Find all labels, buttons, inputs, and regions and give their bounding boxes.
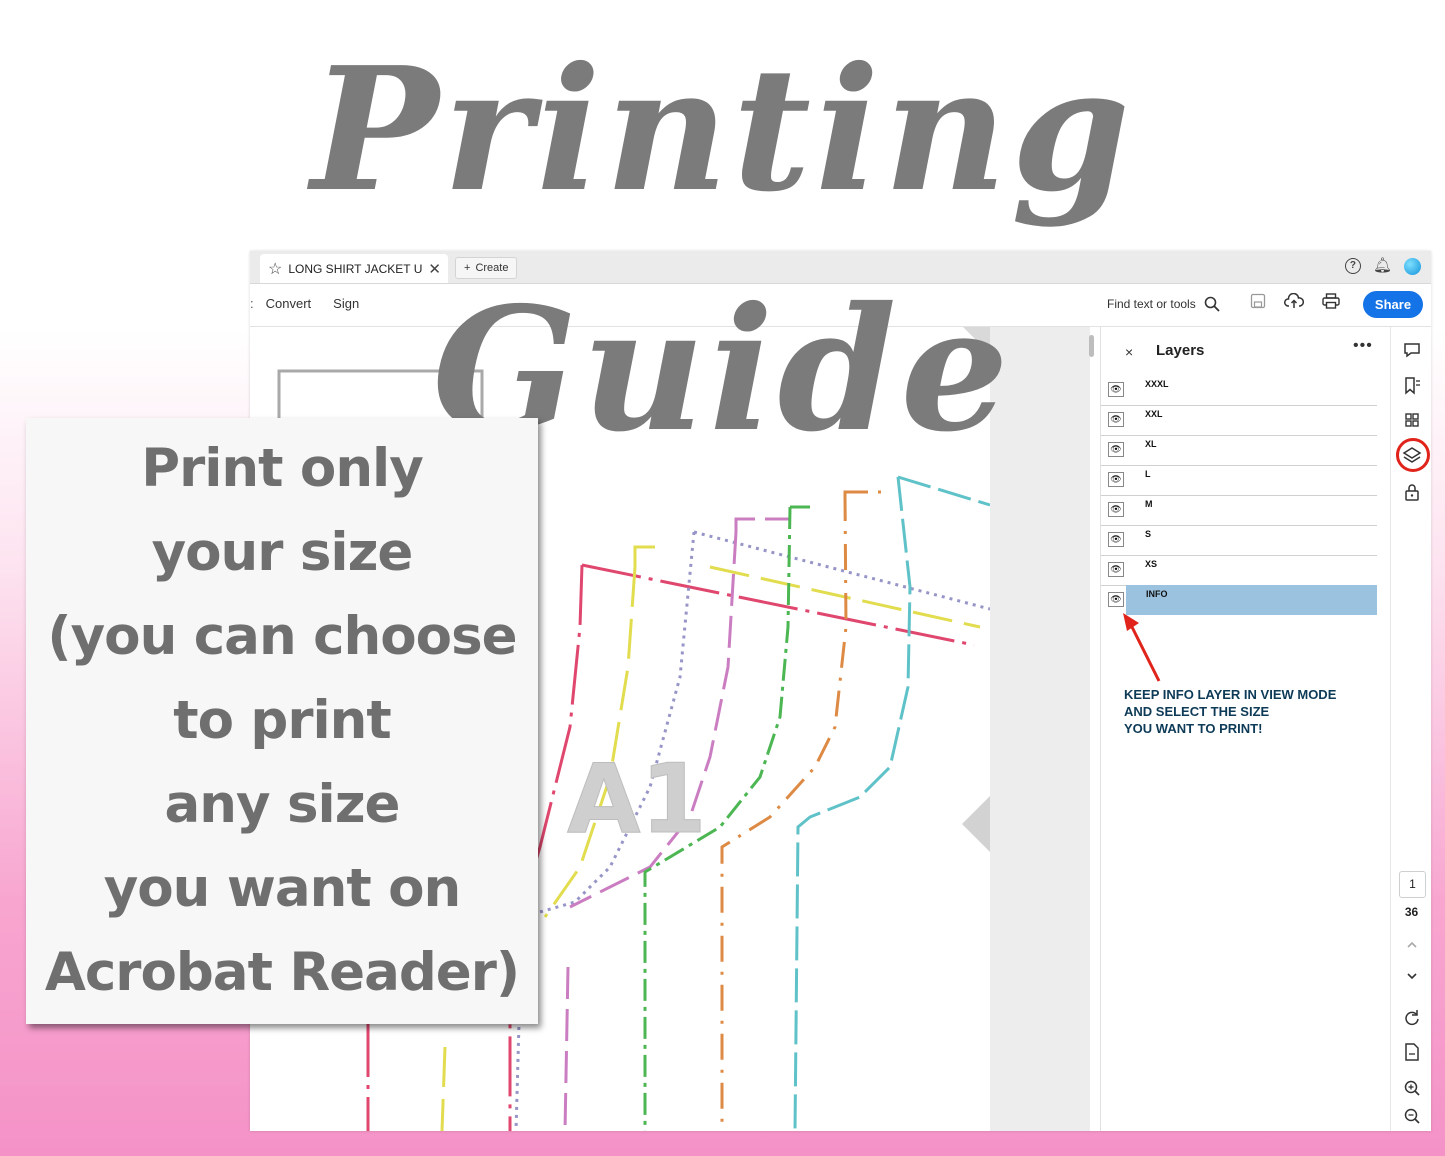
layer-row-xl[interactable]: 👁︎ XL: [1101, 435, 1377, 466]
search-icon[interactable]: [1204, 296, 1220, 312]
help-icon[interactable]: ?: [1344, 258, 1361, 274]
eye-icon[interactable]: 👁︎: [1108, 592, 1124, 607]
printing-guide-headline: Printing Guide: [310, 30, 1135, 470]
instruction-annotation: KEEP INFO LAYER IN VIEW MODE AND SELECT …: [1124, 686, 1336, 737]
layer-name: XXL: [1145, 409, 1163, 419]
layers-panel: × Layers ••• 👁︎ XXXL 👁︎ XXL 👁︎ XL 👁︎ L 👁…: [1100, 327, 1391, 1131]
close-tab-icon[interactable]: ✕: [428, 260, 441, 278]
annotation-line: YOU WANT TO PRINT!: [1124, 721, 1263, 736]
thumbnails-icon[interactable]: [1401, 409, 1423, 431]
scrollbar-thumb[interactable]: [1089, 335, 1094, 357]
avatar[interactable]: [1404, 257, 1421, 275]
upload-cloud-icon[interactable]: [1284, 293, 1304, 309]
share-button[interactable]: Share: [1363, 291, 1423, 318]
zoom-out-icon[interactable]: [1401, 1105, 1423, 1127]
bookmark-icon[interactable]: [1401, 375, 1423, 397]
menu-bar: : Convert Sign: [250, 296, 359, 311]
toolbar: : Convert Sign Find text or tools Share: [250, 284, 1431, 327]
eye-icon[interactable]: 👁︎: [1108, 442, 1124, 457]
menu-sign[interactable]: Sign: [333, 296, 359, 311]
layer-name: XS: [1145, 559, 1158, 569]
layer-row-l[interactable]: 👁︎ L: [1101, 465, 1377, 496]
annotation-line: AND SELECT THE SIZE: [1124, 704, 1270, 719]
star-icon[interactable]: ☆: [268, 259, 282, 279]
page-label: A1: [567, 745, 707, 855]
viewer-background: [990, 327, 1090, 1131]
chevron-down-icon[interactable]: [1401, 965, 1423, 987]
card-line: you want on: [103, 858, 462, 919]
lock-icon[interactable]: [1401, 481, 1423, 503]
annotation-line: KEEP INFO LAYER IN VIEW MODE: [1124, 687, 1337, 702]
card-line: Acrobat Reader): [44, 942, 520, 1003]
plus-icon: +: [464, 262, 471, 274]
print-icon[interactable]: [1322, 293, 1340, 309]
layer-row-s[interactable]: 👁︎ S: [1101, 525, 1377, 556]
find-label: Find text or tools: [1107, 297, 1196, 311]
comment-icon[interactable]: [1401, 339, 1423, 361]
layer-name: XXXL: [1145, 379, 1169, 389]
create-button[interactable]: + Create: [455, 257, 518, 279]
page-fit-icon[interactable]: [1401, 1041, 1423, 1063]
current-page-input[interactable]: 1: [1399, 871, 1426, 898]
find-tools[interactable]: Find text or tools: [1107, 296, 1220, 312]
layers-header: × Layers •••: [1101, 327, 1391, 375]
eye-icon[interactable]: 👁︎: [1108, 382, 1124, 397]
bell-icon[interactable]: 🔔︎: [1373, 257, 1392, 275]
top-icons: ? 🔔︎: [1344, 257, 1421, 275]
layer-name: XL: [1145, 439, 1157, 449]
eye-icon[interactable]: 👁︎: [1108, 532, 1124, 547]
create-label: Create: [475, 262, 509, 274]
card-line: (you can choose: [47, 606, 517, 667]
eye-icon[interactable]: 👁︎: [1108, 502, 1124, 517]
rotate-icon[interactable]: [1401, 1007, 1423, 1029]
layers-title: Layers: [1156, 342, 1205, 359]
layer-name: S: [1145, 529, 1152, 539]
instruction-card: Print only your size (you can choose to …: [26, 418, 538, 1024]
document-tab[interactable]: ☆ LONG SHIRT JACKET U... ✕: [260, 254, 448, 283]
total-pages: 36: [1404, 905, 1419, 919]
pattern-line-orange: [720, 490, 890, 1131]
chevron-up-icon[interactable]: [1401, 934, 1423, 956]
save-icon[interactable]: [1250, 293, 1266, 309]
card-line: your size: [151, 522, 414, 583]
eye-icon[interactable]: 👁︎: [1108, 412, 1124, 427]
right-tool-rail: 1 36: [1390, 327, 1431, 1131]
eye-icon[interactable]: 👁︎: [1108, 562, 1124, 577]
layer-row-xxl[interactable]: 👁︎ XXL: [1101, 405, 1377, 436]
card-line: to print: [173, 690, 392, 751]
more-options-icon[interactable]: •••: [1353, 337, 1373, 355]
tab-title: LONG SHIRT JACKET U...: [288, 261, 423, 276]
close-panel-icon[interactable]: ×: [1125, 344, 1133, 360]
menu-convert[interactable]: Convert: [266, 296, 312, 311]
pattern-line-teal: [793, 475, 991, 1131]
page-corner: [963, 327, 990, 354]
previous-page-arrow[interactable]: [962, 796, 990, 852]
layer-row-xs[interactable]: 👁︎ XS: [1101, 555, 1377, 586]
card-line: any size: [164, 774, 400, 835]
layer-name: M: [1145, 499, 1153, 509]
zoom-in-icon[interactable]: [1401, 1077, 1423, 1099]
tool-icons: [1250, 293, 1340, 309]
layer-name: INFO: [1146, 589, 1168, 599]
card-line: Print only: [141, 438, 424, 499]
red-arrow-icon: [1123, 613, 1161, 682]
layer-row-xxxl[interactable]: 👁︎ XXXL: [1101, 375, 1377, 406]
menu-separator: :: [250, 296, 254, 311]
layer-name: L: [1145, 469, 1151, 479]
tab-bar: ☆ LONG SHIRT JACKET U... ✕ + Create ? 🔔︎: [250, 251, 1431, 284]
layer-row-m[interactable]: 👁︎ M: [1101, 495, 1377, 526]
layers-icon[interactable]: [1401, 444, 1423, 466]
eye-icon[interactable]: 👁︎: [1108, 472, 1124, 487]
